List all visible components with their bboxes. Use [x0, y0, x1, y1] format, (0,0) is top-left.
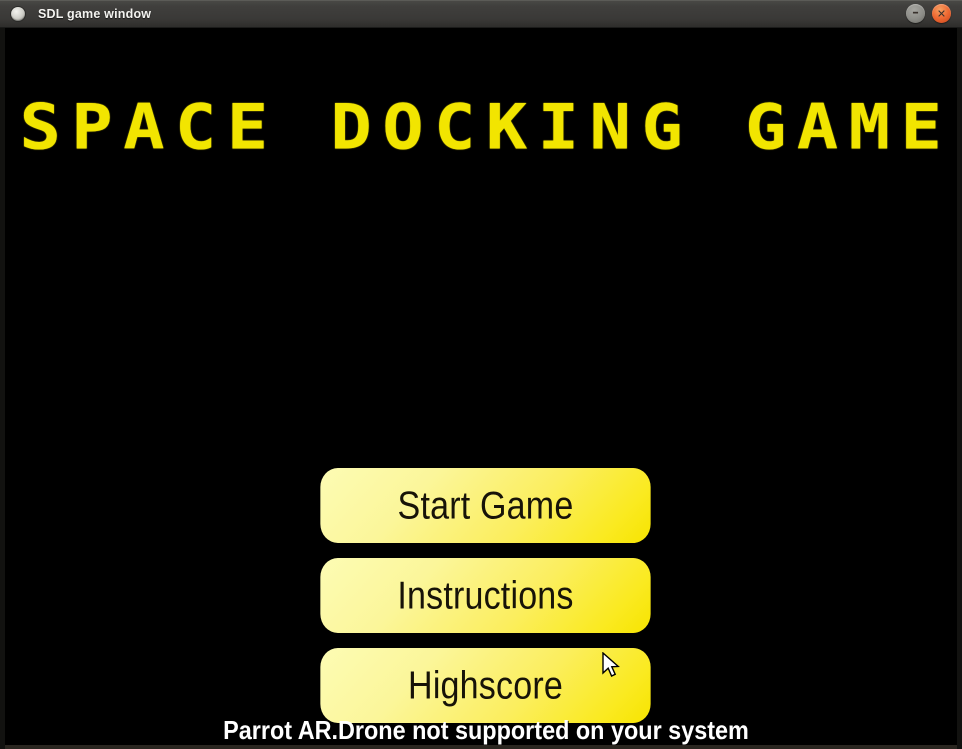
- instructions-button[interactable]: Instructions: [320, 558, 651, 633]
- sdl-game-window: SDL game window – ✕ SPACE DOCKING GAME S…: [0, 0, 962, 749]
- main-menu: Start Game Instructions Highscore: [306, 468, 665, 723]
- minimize-icon: –: [912, 5, 919, 20]
- window-controls: – ✕: [906, 4, 951, 23]
- minimize-button[interactable]: –: [906, 4, 925, 23]
- highscore-label: Highscore: [408, 663, 563, 708]
- close-button[interactable]: ✕: [932, 4, 951, 23]
- start-game-label: Start Game: [397, 483, 574, 528]
- game-canvas[interactable]: SPACE DOCKING GAME Start Game Instructio…: [0, 28, 962, 749]
- disc-icon: [11, 6, 25, 21]
- start-game-button[interactable]: Start Game: [320, 468, 651, 543]
- highscore-button[interactable]: Highscore: [320, 648, 651, 723]
- window-titlebar[interactable]: SDL game window – ✕: [0, 0, 962, 28]
- game-title: SPACE DOCKING GAME: [19, 90, 953, 164]
- instructions-label: Instructions: [397, 573, 574, 618]
- window-title: SDL game window: [38, 6, 152, 21]
- close-icon: ✕: [936, 7, 947, 20]
- status-message: Parrot AR.Drone not supported on your sy…: [223, 715, 749, 745]
